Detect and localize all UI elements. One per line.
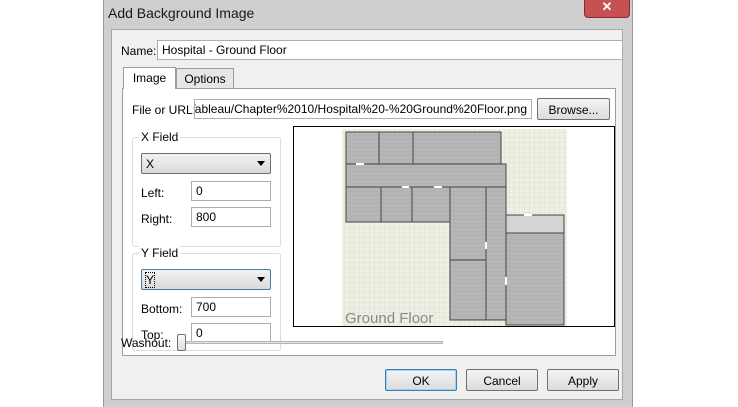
right-input[interactable]: 800 [191, 207, 271, 227]
file-url-value: %20Tableau/Chapter%2010/Hospital%20-%20G… [194, 102, 527, 116]
browse-button[interactable]: Browse... [537, 98, 610, 120]
image-tab-panel: File or URL: %20Tableau/Chapter%2010/Hos… [121, 88, 616, 356]
x-field-select[interactable]: X [141, 153, 271, 174]
left-input[interactable]: 0 [191, 181, 271, 201]
x-field-group-title: X Field [139, 130, 181, 144]
ok-button[interactable]: OK [385, 369, 457, 391]
left-label: Left: [141, 186, 165, 200]
close-button[interactable]: ✕ [584, 0, 630, 18]
background-image-preview: Ground Floor [293, 126, 615, 327]
floorplan-image: Ground Floor [342, 129, 567, 326]
bottom-input[interactable]: 700 [191, 297, 271, 317]
washout-slider-track[interactable] [181, 341, 443, 344]
y-field-selected: Y [144, 272, 156, 288]
close-icon: ✕ [601, 0, 613, 14]
washout-slider-thumb[interactable] [177, 334, 186, 351]
dialog-body: Name: Hospital - Ground Floor Image Opti… [111, 29, 623, 400]
cancel-button[interactable]: Cancel [466, 369, 538, 391]
floorplan-caption: Ground Floor [345, 310, 433, 326]
right-label: Right: [141, 212, 173, 226]
add-background-image-dialog: Add Background Image ✕ Name: Hospital - … [103, 0, 633, 407]
washout-label: Washout: [121, 336, 172, 350]
tab-options[interactable]: Options [176, 68, 234, 89]
name-input[interactable]: Hospital - Ground Floor [157, 40, 623, 60]
y-field-select[interactable]: Y [141, 269, 271, 290]
file-url-input[interactable]: %20Tableau/Chapter%2010/Hospital%20-%20G… [194, 99, 532, 119]
file-url-label: File or URL: [132, 103, 197, 117]
apply-button[interactable]: Apply [547, 369, 619, 391]
chevron-down-icon [257, 277, 265, 282]
chevron-down-icon [257, 161, 265, 166]
dialog-title: Add Background Image [108, 5, 255, 21]
tab-image[interactable]: Image [123, 67, 176, 89]
y-field-group-title: Y Field [139, 246, 181, 260]
x-field-selected: X [146, 157, 155, 171]
top-input[interactable]: 0 [191, 323, 271, 343]
name-label: Name: [121, 44, 157, 58]
bottom-label: Bottom: [141, 302, 183, 316]
title-bar[interactable]: Add Background Image ✕ [104, 0, 632, 26]
